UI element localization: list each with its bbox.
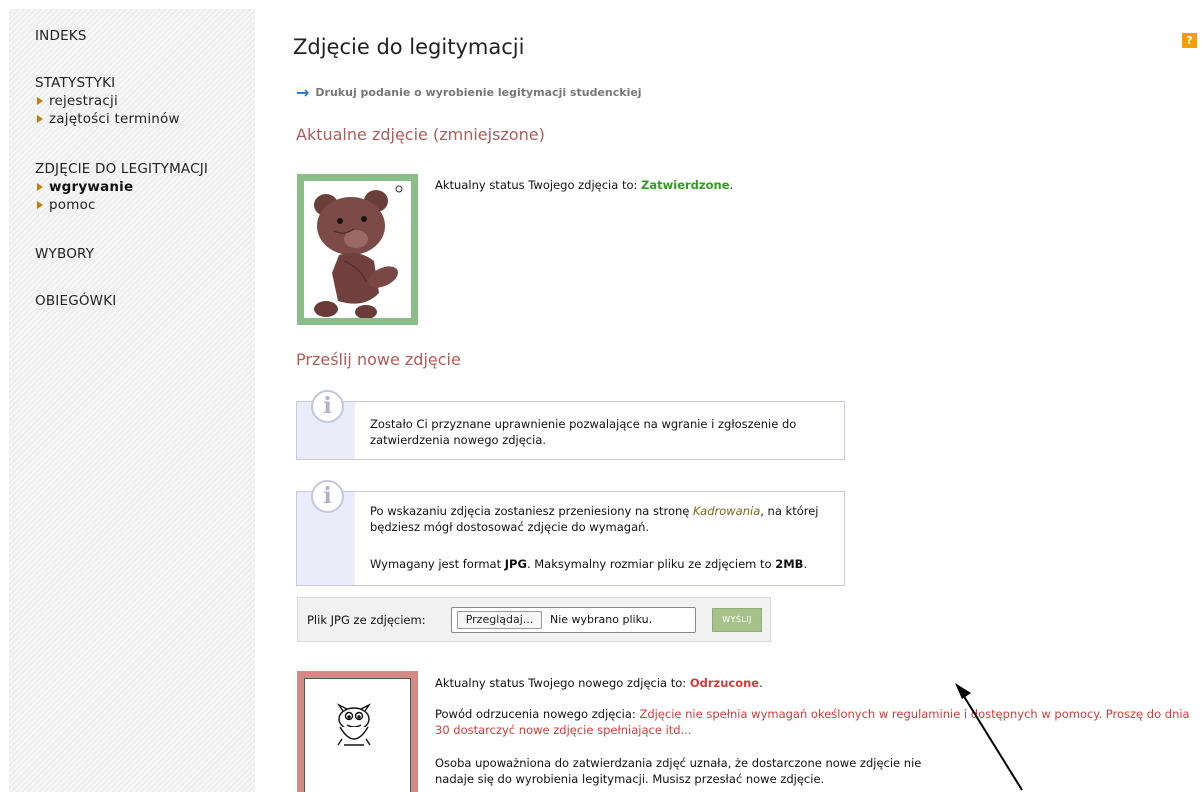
file-input[interactable]: Przeglądaj... Nie wybrano pliku. — [451, 607, 696, 633]
current-photo-frame — [297, 174, 418, 325]
status-prefix: Aktualny status Twojego nowego zdjęcia t… — [435, 676, 687, 690]
triangle-bullet-icon — [37, 97, 43, 105]
triangle-bullet-icon — [37, 183, 43, 191]
upload-form: Plik JPG ze zdjęciem: Przeglądaj... Nie … — [297, 597, 771, 642]
info-box-cropping: i Po wskazaniu zdjęcia zostaniesz przeni… — [296, 480, 845, 586]
info-permission-text: Zostało Ci przyznane uprawnienie pozwala… — [370, 417, 797, 447]
sidebar-group-statystyki: STATYSTYKI rejestracji zajętości terminó… — [35, 75, 180, 127]
sidebar-item-label: rejestracji — [49, 93, 118, 109]
sidebar-item-zajetosci[interactable]: zajętości terminów — [35, 111, 180, 127]
sidebar-item-pomoc[interactable]: pomoc — [35, 197, 208, 213]
info-icon: i — [311, 480, 344, 513]
new-photo-status: Aktualny status Twojego nowego zdjęcia t… — [435, 675, 763, 691]
send-button[interactable]: WYŚLIJ — [712, 608, 762, 632]
format-value: JPG — [504, 557, 527, 571]
page-title: Zdjęcie do legitymacji — [293, 35, 525, 59]
status-suffix: . — [759, 676, 763, 690]
info-icon: i — [311, 390, 344, 423]
sidebar-group-zdjecie: ZDJĘCIE DO LEGITYMACJI wgrywanie pomoc — [35, 161, 208, 213]
sidebar-item-label: pomoc — [49, 197, 96, 213]
info-text-part: . Maksymalny rozmiar pliku ze zdjęciem t… — [526, 557, 772, 571]
print-application-link[interactable]: → Drukuj podanie o wyrobienie legitymacj… — [296, 82, 642, 102]
file-field-label: Plik JPG ze zdjęciem: — [307, 613, 426, 627]
new-photo-frame — [297, 671, 418, 792]
info-box-permission: i Zostało Ci przyznane uprawnienie pozwa… — [296, 390, 845, 460]
info-format-text: Wymagany jest format JPG. Maksymalny roz… — [370, 556, 835, 572]
rejection-reason: Powód odrzucenia nowego zdjęcia: Zdjęcie… — [435, 706, 1195, 738]
teddy-bear-image — [304, 181, 411, 319]
arrow-right-icon: → — [296, 82, 310, 102]
kadrowania-link[interactable]: Kadrowania — [693, 504, 760, 518]
selected-file-text: Nie wybrano pliku. — [550, 613, 653, 626]
sidebar-item-label: zajętości terminów — [49, 111, 180, 127]
sidebar-item-wybory[interactable]: WYBORY — [35, 246, 94, 262]
sidebar-group-title: STATYSTYKI — [35, 75, 116, 91]
info-cropping-text: Po wskazaniu zdjęcia zostaniesz przenies… — [370, 503, 835, 535]
status-approved-badge: Zatwierdzone — [641, 178, 730, 192]
info-text-part: Po wskazaniu zdjęcia zostaniesz przenies… — [370, 504, 690, 518]
info-text-part: . — [803, 557, 808, 571]
sidebar: INDEKS STATYSTYKI rejestracji zajętości … — [9, 9, 255, 792]
info-text-part: Wymagany jest format — [370, 557, 502, 571]
cartoon-photo — [304, 678, 411, 792]
browse-button[interactable]: Przeglądaj... — [457, 611, 542, 629]
print-link-label: Drukuj podanie o wyrobienie legitymacji … — [315, 86, 642, 99]
rejection-note: Osoba upoważniona do zatwierdzania zdjęć… — [435, 756, 922, 786]
help-icon[interactable]: ? — [1182, 33, 1197, 48]
status-suffix: . — [729, 178, 734, 192]
triangle-bullet-icon — [37, 201, 43, 209]
sidebar-item-obiegowki[interactable]: OBIEGÓWKI — [35, 293, 116, 309]
sidebar-item-label: wgrywanie — [49, 179, 134, 195]
current-photo-status: Aktualny status Twojego zdjęcia to: Zatw… — [435, 177, 733, 193]
cartoon-cat-image — [336, 703, 372, 746]
sidebar-item-wgrywanie[interactable]: wgrywanie — [35, 179, 208, 195]
sidebar-item-indeks[interactable]: INDEKS — [35, 28, 87, 44]
teddy-bear-photo — [304, 181, 411, 319]
rejection-reason-label: Powód odrzucenia nowego zdjęcia: — [435, 707, 636, 721]
status-prefix: Aktualny status Twojego zdjęcia to: — [435, 178, 638, 192]
sidebar-group-title: ZDJĘCIE DO LEGITYMACJI — [35, 161, 209, 177]
max-size-value: 2MB — [775, 557, 804, 571]
annotation-arrow-icon — [955, 683, 1023, 791]
sidebar-item-rejestracji[interactable]: rejestracji — [35, 93, 180, 109]
current-photo-heading: Aktualne zdjęcie (zmniejszone) — [296, 125, 545, 144]
status-rejected-badge: Odrzucone — [689, 676, 760, 690]
upload-heading: Prześlij nowe zdjęcie — [296, 350, 461, 369]
triangle-bullet-icon — [37, 115, 43, 123]
